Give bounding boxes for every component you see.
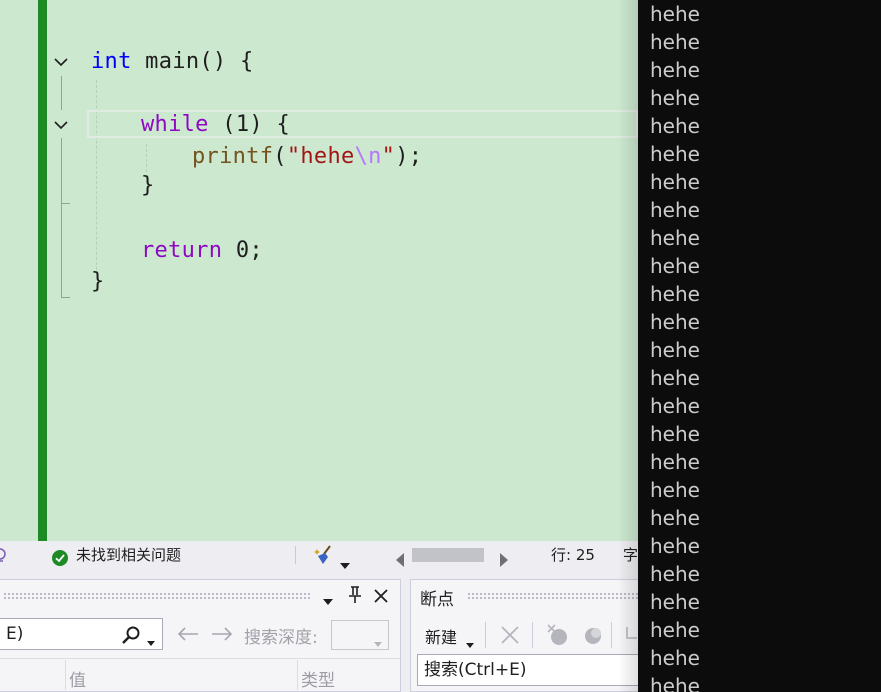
panel-grip bbox=[3, 592, 311, 600]
search-depth-label: 搜索深度: bbox=[244, 628, 318, 648]
console-line: hehe bbox=[650, 282, 700, 306]
column-header-type[interactable]: 类型 bbox=[301, 666, 335, 691]
console-line: hehe bbox=[650, 142, 700, 166]
new-dropdown-chevron-icon[interactable] bbox=[466, 634, 474, 653]
console-line: hehe bbox=[650, 450, 700, 474]
console-line: hehe bbox=[650, 674, 700, 692]
console-line: hehe bbox=[650, 170, 700, 194]
console-line: hehe bbox=[650, 30, 700, 54]
console-line: hehe bbox=[650, 86, 700, 110]
separator bbox=[485, 622, 486, 648]
console-line: hehe bbox=[650, 562, 700, 586]
delete-breakpoint-icon[interactable] bbox=[501, 626, 519, 648]
search-icon[interactable] bbox=[121, 626, 141, 648]
code-line-main: int main() { bbox=[91, 49, 254, 74]
console-window-shadow bbox=[618, 0, 638, 692]
collapse-main-icon[interactable] bbox=[54, 55, 68, 69]
console-line: hehe bbox=[650, 198, 700, 222]
keyword-int: int bbox=[91, 49, 132, 74]
search-depth-select[interactable] bbox=[331, 620, 389, 650]
code-line-close-while: } bbox=[141, 173, 155, 198]
pin-icon[interactable] bbox=[348, 586, 362, 608]
delete-all-breakpoints-icon[interactable] bbox=[547, 624, 571, 650]
column-divider bbox=[297, 660, 298, 690]
close-icon[interactable] bbox=[374, 588, 388, 607]
console-window[interactable]: hehe hehe hehe hehe hehe hehe hehe hehe hehe hehe… bbox=[638, 0, 881, 692]
editor-status-bar: 未找到相关问题 行: 25 字 bbox=[0, 541, 638, 569]
escape-sequence: \n bbox=[354, 144, 382, 169]
indent-guide bbox=[96, 80, 97, 270]
bottom-tool-area: E) 搜索深度: 值 类型 断点 新建 搜索(Ctrl+E) bbox=[0, 569, 651, 692]
panel-menu-chevron-icon[interactable] bbox=[323, 591, 333, 610]
console-line: hehe bbox=[650, 506, 700, 530]
code-line-return: return 0; bbox=[141, 238, 263, 263]
breakpoints-panel: 断点 新建 搜索(Ctrl+E) bbox=[410, 579, 651, 692]
check-circle-icon bbox=[52, 547, 68, 566]
cleanup-dropdown-chevron-icon[interactable] bbox=[340, 551, 350, 569]
scroll-left-arrow-icon[interactable] bbox=[396, 548, 404, 567]
fold-region-line bbox=[61, 138, 62, 298]
console-line: hehe bbox=[650, 394, 700, 418]
console-line: hehe bbox=[650, 590, 700, 614]
issues-status-text[interactable]: 未找到相关问题 bbox=[76, 541, 181, 569]
locals-panel: E) 搜索深度: 值 类型 bbox=[0, 579, 401, 692]
console-line: hehe bbox=[650, 534, 700, 558]
column-header-value[interactable]: 值 bbox=[69, 666, 86, 691]
fold-region-end bbox=[61, 203, 70, 204]
horizontal-scrollbar-thumb[interactable] bbox=[412, 548, 484, 562]
keyword-return: return bbox=[141, 238, 223, 263]
console-line: hehe bbox=[650, 646, 700, 670]
separator bbox=[295, 546, 296, 564]
fold-region-end bbox=[61, 297, 70, 298]
search-back-arrow-icon[interactable] bbox=[177, 626, 199, 646]
console-line: hehe bbox=[650, 226, 700, 250]
console-line: hehe bbox=[650, 478, 700, 502]
search-forward-arrow-icon[interactable] bbox=[211, 626, 233, 646]
string-literal: hehe bbox=[300, 144, 355, 169]
disable-all-breakpoints-icon[interactable] bbox=[581, 624, 605, 650]
change-tracking-bar bbox=[38, 0, 47, 541]
code-cleanup-broom-icon[interactable] bbox=[314, 544, 336, 566]
fold-region-line bbox=[61, 76, 62, 110]
intellicode-icon[interactable] bbox=[0, 541, 8, 569]
code-line-close-main: } bbox=[91, 269, 105, 294]
console-line: hehe bbox=[650, 422, 700, 446]
keyword-while: while bbox=[141, 112, 209, 137]
console-line: hehe bbox=[650, 618, 700, 642]
console-line: hehe bbox=[650, 338, 700, 362]
code-editor[interactable]: int main() { while (1) { printf("hehe\n"… bbox=[0, 0, 638, 541]
column-divider bbox=[65, 660, 66, 690]
console-line: hehe bbox=[650, 2, 700, 26]
console-line: hehe bbox=[650, 310, 700, 334]
scroll-right-arrow-icon[interactable] bbox=[500, 548, 508, 567]
console-line: hehe bbox=[650, 366, 700, 390]
breakpoints-search-input[interactable]: 搜索(Ctrl+E) bbox=[417, 654, 651, 686]
line-number-indicator[interactable]: 行: 25 bbox=[551, 541, 595, 569]
indent-guide bbox=[146, 144, 147, 172]
divider bbox=[0, 658, 400, 659]
console-line: hehe bbox=[650, 254, 700, 278]
console-line: hehe bbox=[650, 114, 700, 138]
search-options-chevron-icon[interactable] bbox=[147, 632, 155, 651]
separator bbox=[611, 622, 612, 648]
collapse-while-icon[interactable] bbox=[54, 118, 68, 132]
breakpoints-panel-title[interactable]: 断点 bbox=[420, 585, 454, 610]
code-line-while: while (1) { bbox=[141, 112, 291, 137]
console-line: hehe bbox=[650, 58, 700, 82]
function-printf: printf bbox=[192, 144, 274, 169]
separator bbox=[532, 622, 533, 648]
new-breakpoint-button[interactable]: 新建 bbox=[425, 624, 457, 648]
code-line-printf: printf("hehe\n"); bbox=[192, 144, 423, 169]
dropdown-chevron-icon[interactable] bbox=[374, 633, 382, 652]
